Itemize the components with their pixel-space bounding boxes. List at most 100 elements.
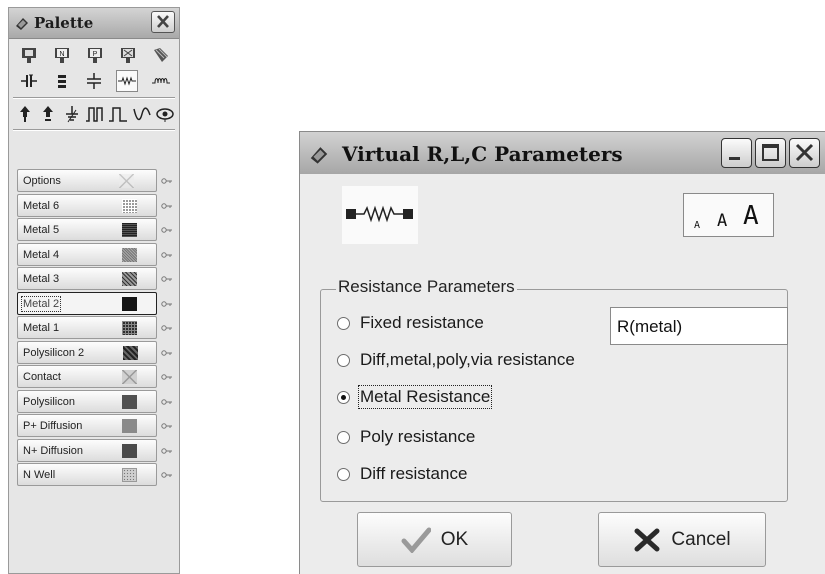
layer-swatch: [122, 419, 137, 433]
layer-swatch: [122, 321, 137, 335]
maximize-button[interactable]: [755, 138, 786, 168]
nmos-icon[interactable]: [19, 45, 39, 65]
layer-button[interactable]: P+ Diffusion: [17, 414, 157, 437]
ok-button[interactable]: OK: [357, 512, 512, 567]
layer-button[interactable]: Polysilicon: [17, 390, 157, 413]
minimize-icon: [729, 157, 740, 160]
palette-component-row: [13, 69, 177, 93]
inductor-icon[interactable]: [151, 71, 171, 91]
layer-button[interactable]: Options: [17, 169, 157, 192]
pin-icon[interactable]: [161, 275, 173, 283]
ground-icon[interactable]: [84, 71, 104, 91]
layer-swatch: [119, 174, 134, 188]
layer-swatch: [122, 297, 137, 311]
layer-swatch: [123, 346, 138, 360]
pin-icon[interactable]: [161, 373, 173, 381]
palette-close-button[interactable]: [151, 11, 175, 33]
eye-icon[interactable]: [155, 104, 175, 124]
pin-icon[interactable]: [161, 422, 173, 430]
rlc-parameters-dialog: Virtual R,L,C Parameters A A A Resistanc…: [299, 131, 825, 574]
layer-button[interactable]: N Well: [17, 463, 157, 486]
square-wave-icon[interactable]: [108, 104, 128, 124]
radio-button[interactable]: [337, 467, 350, 481]
resistor-preview: [342, 186, 418, 244]
layer-label: Options: [23, 175, 61, 187]
minimize-button[interactable]: [721, 138, 752, 168]
option-label: Fixed resistance: [360, 313, 484, 332]
radio-button[interactable]: [337, 353, 350, 367]
dialog-titlebar[interactable]: Virtual R,L,C Parameters: [300, 132, 825, 174]
option-metal-resistance[interactable]: Metal Resistance: [337, 384, 493, 410]
layer-swatch: [122, 223, 137, 237]
font-size-small[interactable]: A: [694, 220, 700, 231]
font-size-medium[interactable]: A: [717, 211, 727, 231]
layer-label: Metal 3: [23, 273, 60, 285]
palette-source-row: [13, 102, 177, 126]
dialog-close-button[interactable]: [789, 138, 820, 168]
layer-button[interactable]: Metal 5: [17, 218, 157, 241]
palette-titlebar[interactable]: Palette: [9, 8, 179, 39]
option-fixed-resistance[interactable]: Fixed resistance: [337, 310, 484, 336]
pin-icon[interactable]: [161, 471, 173, 479]
n-cell-icon[interactable]: N: [52, 45, 72, 65]
resistor-icon[interactable]: [116, 70, 139, 92]
pin-icon[interactable]: [161, 251, 173, 259]
palette-title: Palette: [34, 14, 94, 32]
pin-icon[interactable]: [161, 202, 173, 210]
option-diff-metal-poly-via[interactable]: Diff,metal,poly,via resistance: [337, 347, 575, 373]
layer-swatch: [122, 370, 137, 384]
layer-label: Metal 4: [23, 249, 60, 261]
pin-icon[interactable]: [161, 324, 173, 332]
option-label: Diff,metal,poly,via resistance: [360, 350, 575, 369]
ground-symbol-icon[interactable]: [62, 104, 82, 124]
layer-button[interactable]: Contact: [17, 365, 157, 388]
pin-icon[interactable]: [161, 398, 173, 406]
layer-button[interactable]: Metal 3: [17, 267, 157, 290]
cancel-label: Cancel: [671, 528, 731, 550]
layer-label: Polysilicon: [23, 396, 75, 408]
group-title: Resistance Parameters: [336, 277, 517, 297]
pin-icon[interactable]: [161, 349, 173, 357]
palette-window: Palette N P Options Metal 6 Metal 5 Metal 4: [8, 7, 180, 574]
clock-icon[interactable]: [38, 104, 58, 124]
bus-icon[interactable]: [52, 71, 72, 91]
cancel-button[interactable]: Cancel: [598, 512, 766, 567]
ok-label: OK: [440, 528, 469, 550]
layer-label: Metal 6: [23, 200, 60, 212]
pulse-icon[interactable]: [85, 104, 105, 124]
font-size-large[interactable]: A: [743, 201, 759, 231]
palette-cell-tools-row: N P: [13, 43, 177, 67]
option-diff-resistance[interactable]: Diff resistance: [337, 461, 467, 487]
layer-button[interactable]: Metal 6: [17, 194, 157, 217]
layer-button[interactable]: Metal 4: [17, 243, 157, 266]
resistor-icon: [346, 205, 413, 223]
sine-icon[interactable]: [132, 104, 152, 124]
option-poly-resistance[interactable]: Poly resistance: [337, 424, 475, 450]
option-label: Poly resistance: [360, 427, 476, 446]
layer-swatch: [122, 395, 137, 409]
pin-icon[interactable]: [161, 177, 173, 185]
layer-label: Polysilicon 2: [23, 347, 85, 359]
capacitor-icon[interactable]: [19, 71, 39, 91]
pin-icon[interactable]: [161, 300, 173, 308]
layer-swatch: [122, 199, 137, 213]
layer-button[interactable]: Polysilicon 2: [17, 341, 157, 364]
pin-icon[interactable]: [161, 447, 173, 455]
layer-button[interactable]: Metal 2: [17, 292, 157, 315]
up-arrow-icon[interactable]: [15, 104, 35, 124]
via-cell-icon[interactable]: [151, 45, 171, 65]
resistance-name-field[interactable]: R(metal): [610, 307, 788, 345]
layer-button[interactable]: Metal 1: [17, 316, 157, 339]
layer-swatch: [122, 272, 137, 286]
pin-icon[interactable]: [161, 226, 173, 234]
layer-label: N+ Diffusion: [23, 445, 84, 457]
p-cell-icon[interactable]: P: [85, 45, 105, 65]
layer-label: Metal 5: [23, 224, 60, 236]
layer-button[interactable]: N+ Diffusion: [17, 439, 157, 462]
close-icon: [795, 143, 814, 162]
contact-cell-icon[interactable]: [118, 45, 138, 65]
svg-text:N: N: [60, 51, 65, 58]
radio-button-selected[interactable]: [337, 390, 350, 404]
radio-button[interactable]: [337, 316, 350, 330]
radio-button[interactable]: [337, 430, 350, 444]
